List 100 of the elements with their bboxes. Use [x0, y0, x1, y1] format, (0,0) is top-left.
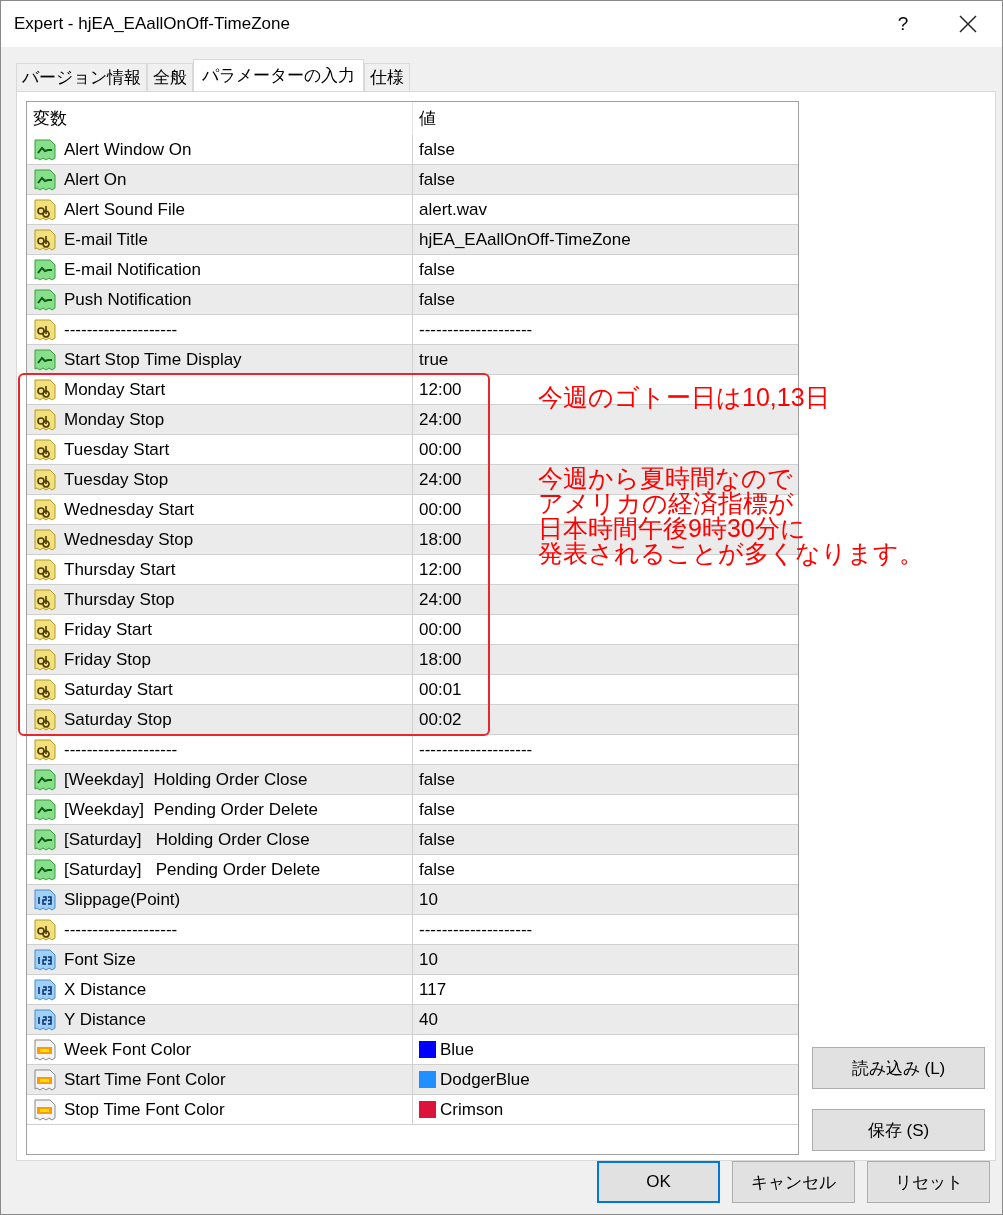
dialog-button[interactable]: キャンセル	[732, 1161, 855, 1203]
parameter-value[interactable]: 18:00	[419, 529, 462, 550]
parameter-value[interactable]: 12:00	[419, 379, 462, 400]
boolean-icon	[33, 287, 57, 312]
text-type-icon	[33, 317, 57, 342]
parameter-value[interactable]: 00:01	[419, 679, 462, 700]
parameter-value[interactable]: Blue	[440, 1039, 475, 1060]
parameter-name: X Distance	[64, 979, 147, 1000]
text-type-icon	[33, 497, 57, 522]
number-type-icon	[33, 887, 57, 912]
parameter-name: Tuesday Start	[64, 439, 170, 460]
text-type-icon	[33, 647, 57, 672]
parameter-name: Stop Time Font Color	[64, 1099, 225, 1120]
parameter-value[interactable]: alert.wav	[419, 199, 488, 220]
parameter-name: [Saturday] Holding Order Close	[64, 829, 310, 850]
parameter-value[interactable]: false	[419, 139, 455, 160]
window-title: Expert - hjEA_EAallOnOff-TimeZone	[14, 14, 291, 34]
parameter-value[interactable]: 117	[419, 979, 447, 1000]
parameter-value[interactable]: 10	[419, 889, 438, 910]
color-type-icon	[33, 1097, 57, 1122]
parameter-value[interactable]: --------------------	[419, 739, 533, 760]
parameter-name: Monday Start	[64, 379, 166, 400]
parameter-value[interactable]: 40	[419, 1009, 438, 1030]
text-type-icon	[33, 437, 57, 462]
parameter-value[interactable]: 00:00	[419, 439, 462, 460]
parameter-value[interactable]: 24:00	[419, 469, 462, 490]
color-type-icon	[33, 1037, 57, 1062]
dialog-button[interactable]: リセット	[867, 1161, 990, 1203]
column-header[interactable]: 値	[412, 102, 798, 135]
parameter-name: Monday Stop	[64, 409, 165, 430]
text-type-icon	[33, 677, 57, 702]
parameter-name: --------------------	[64, 739, 178, 760]
text-type-icon	[33, 557, 57, 582]
parameter-value[interactable]: --------------------	[419, 919, 533, 940]
text-type-icon	[33, 917, 57, 942]
parameter-name: Alert On	[64, 169, 127, 190]
parameter-name: Start Time Font Color	[64, 1069, 226, 1090]
number-type-icon	[33, 1007, 57, 1032]
parameter-value[interactable]: false	[419, 169, 455, 190]
tab[interactable]: 全般	[147, 63, 193, 91]
parameter-value[interactable]: false	[419, 799, 455, 820]
text-type-icon	[33, 227, 57, 252]
parameter-value[interactable]: false	[419, 769, 455, 790]
side-button[interactable]: 読み込み (L)	[812, 1047, 985, 1089]
parameter-value[interactable]: false	[419, 829, 455, 850]
parameter-value[interactable]: Crimson	[440, 1099, 504, 1120]
parameter-name: --------------------	[64, 319, 178, 340]
parameter-value[interactable]: 24:00	[419, 409, 462, 430]
parameter-value[interactable]: false	[419, 259, 455, 280]
parameter-name: Slippage(Point)	[64, 889, 181, 910]
parameter-name: Wednesday Stop	[64, 529, 194, 550]
parameter-name: Push Notification	[64, 289, 192, 310]
parameter-value[interactable]: --------------------	[419, 319, 533, 340]
boolean-icon	[33, 137, 57, 162]
tab[interactable]: バージョン情報	[16, 63, 147, 91]
text-type-icon	[33, 197, 57, 222]
parameter-name: --------------------	[64, 919, 178, 940]
boolean-icon	[33, 857, 57, 882]
parameter-name: Saturday Stop	[64, 709, 172, 730]
parameter-value[interactable]: 00:00	[419, 619, 462, 640]
parameter-name: Saturday Start	[64, 679, 173, 700]
annotation-text: 今週から夏時間なので	[538, 466, 793, 491]
parameter-name: E-mail Title	[64, 229, 149, 250]
parameter-value[interactable]: 24:00	[419, 589, 462, 610]
parameter-name: Font Size	[64, 949, 136, 970]
parameter-name: Tuesday Stop	[64, 469, 169, 490]
dialog-button[interactable]: OK	[597, 1161, 720, 1203]
tab[interactable]: パラメーターの入力	[193, 59, 364, 91]
side-button[interactable]: 保存 (S)	[812, 1109, 985, 1151]
text-type-icon	[33, 407, 57, 432]
number-type-icon	[33, 977, 57, 1002]
parameter-value[interactable]: hjEA_EAallOnOff-TimeZone	[419, 229, 631, 250]
parameter-value[interactable]: 00:02	[419, 709, 462, 730]
text-type-icon	[33, 617, 57, 642]
boolean-icon	[33, 827, 57, 852]
boolean-icon	[33, 347, 57, 372]
parameter-value[interactable]: true	[419, 349, 449, 370]
parameter-value[interactable]: 10	[419, 949, 438, 970]
text-type-icon	[33, 737, 57, 762]
parameter-value[interactable]: 18:00	[419, 649, 462, 670]
parameter-name: Week Font Color	[64, 1039, 192, 1060]
parameter-value[interactable]: DodgerBlue	[440, 1069, 530, 1090]
parameter-value[interactable]: 00:00	[419, 499, 462, 520]
parameter-name: [Weekday] Pending Order Delete	[64, 799, 318, 820]
help-button[interactable]: ?	[892, 13, 914, 35]
parameter-value[interactable]: false	[419, 859, 455, 880]
parameter-name: Thursday Start	[64, 559, 176, 580]
boolean-icon	[33, 767, 57, 792]
annotation-text: アメリカの経済指標が	[538, 491, 794, 516]
annotation-text: 発表されることが多くなります。	[538, 541, 924, 566]
parameter-value[interactable]: 12:00	[419, 559, 462, 580]
parameter-name: Alert Window On	[64, 139, 192, 160]
parameter-name: Start Stop Time Display	[64, 349, 242, 370]
parameter-name: Friday Start	[64, 619, 152, 640]
parameter-name: Thursday Stop	[64, 589, 175, 610]
parameter-name: E-mail Notification	[64, 259, 201, 280]
column-header[interactable]: 変数	[27, 102, 412, 135]
annotation-text: 今週のゴトー日は10,13日	[538, 385, 830, 410]
tab[interactable]: 仕様	[364, 63, 410, 91]
parameter-value[interactable]: false	[419, 289, 455, 310]
